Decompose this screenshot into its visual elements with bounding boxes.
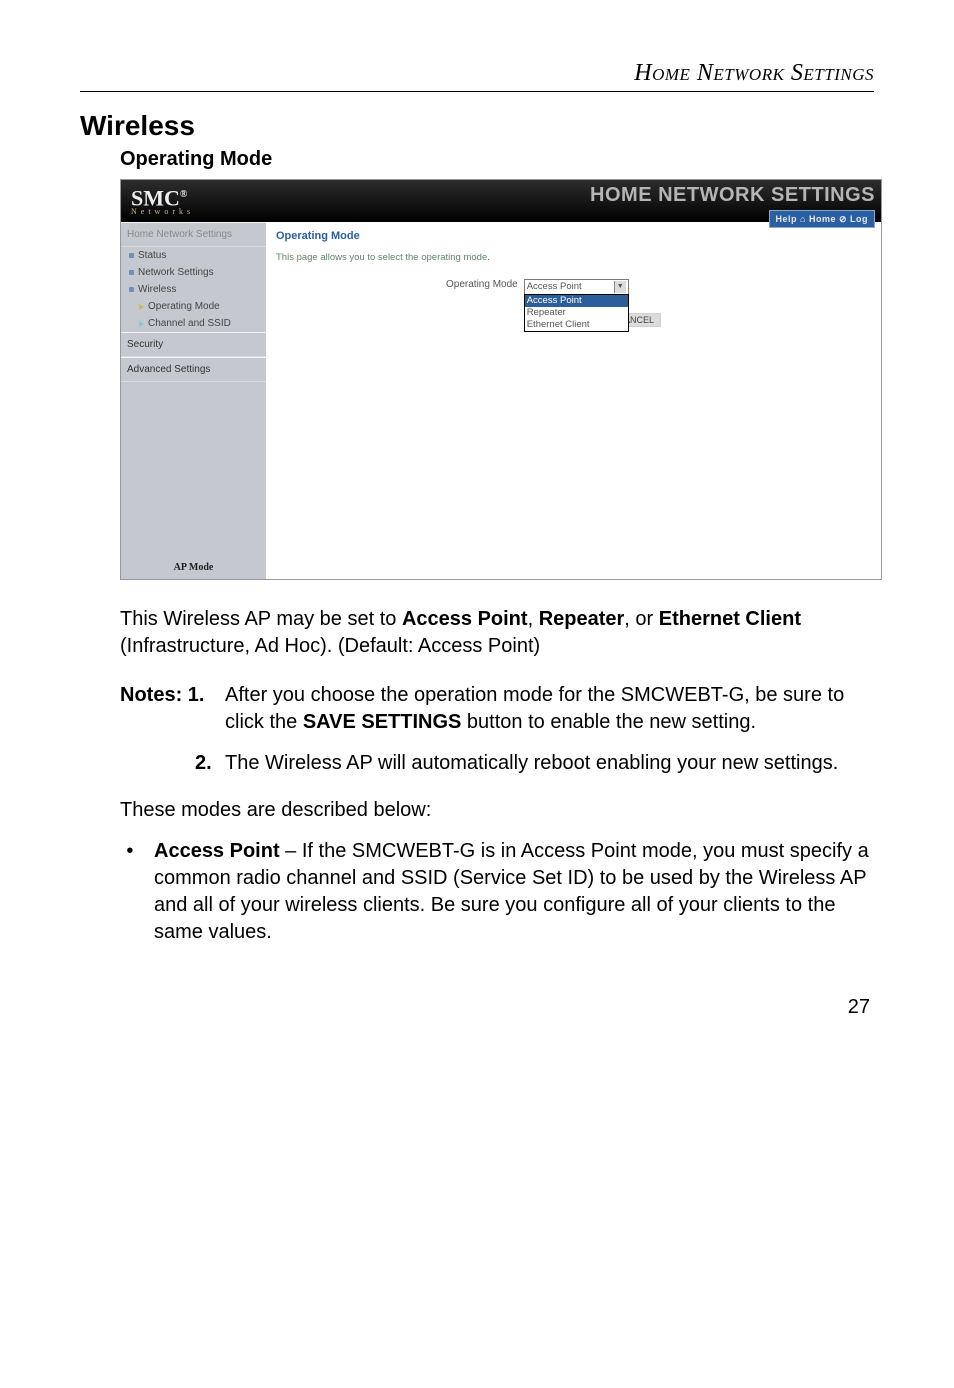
logo-text: SMC®: [131, 186, 276, 207]
modes-list: Access Point – If the SMCWEBT-G is in Ac…: [120, 838, 874, 946]
section-heading-wireless: Wireless: [80, 110, 874, 142]
select-value: Access Point: [527, 280, 582, 294]
operating-mode-select[interactable]: Access Point ▼: [524, 279, 629, 295]
modes-intro: These modes are described below:: [120, 799, 874, 822]
content-heading: Operating Mode: [276, 230, 871, 242]
operating-mode-label: Operating Mode: [446, 279, 518, 290]
page-number: 27: [80, 996, 874, 1019]
content-description: This page allows you to select the opera…: [276, 252, 871, 263]
admin-title-text: HOME NETWORK SETTINGS: [590, 184, 875, 206]
note-number-1: 1.: [188, 684, 205, 706]
logo-sup: ®: [180, 189, 187, 200]
arrow-icon: [139, 304, 144, 310]
page-header: Home Network Settings: [80, 60, 874, 87]
note-1-text: After you choose the operation mode for …: [225, 682, 874, 736]
operating-mode-options: Access Point Repeater Ethernet Client: [524, 294, 629, 332]
subsection-heading-operating-mode: Operating Mode: [120, 148, 874, 171]
mode-access-point: Access Point – If the SMCWEBT-G is in Ac…: [150, 838, 874, 946]
sidebar-item-operating-mode[interactable]: Operating Mode: [121, 298, 266, 315]
bullet-icon: [129, 270, 134, 275]
option-repeater[interactable]: Repeater: [525, 307, 628, 319]
option-ethernet-client[interactable]: Ethernet Client: [525, 319, 628, 331]
notes-label: Notes:: [120, 684, 188, 706]
logo: SMC® N e t w o r k s: [121, 180, 276, 222]
admin-header: SMC® N e t w o r k s HOME NETWORK SETTIN…: [121, 180, 881, 222]
sidebar-item-label: Status: [138, 250, 166, 261]
paragraph-intro: This Wireless AP may be set to Access Po…: [120, 606, 874, 660]
sidebar-item-status[interactable]: Status: [121, 247, 266, 264]
sidebar-ap-mode-caption: AP Mode: [121, 562, 266, 579]
sidebar-item-network-settings[interactable]: Network Settings: [121, 264, 266, 281]
bullet-icon: [129, 287, 134, 292]
notes-block: Notes: 1. After you choose the operation…: [120, 682, 874, 777]
sidebar-item-channel-ssid[interactable]: Channel and SSID: [121, 315, 266, 332]
sidebar-section-security[interactable]: Security: [121, 332, 266, 357]
main-content: Operating Mode This page allows you to s…: [266, 222, 881, 579]
sidebar-section-home-network[interactable]: Home Network Settings: [121, 222, 266, 247]
option-access-point[interactable]: Access Point: [525, 295, 628, 307]
note-2-text: The Wireless AP will automatically reboo…: [225, 750, 874, 777]
admin-ui-screenshot: SMC® N e t w o r k s HOME NETWORK SETTIN…: [120, 179, 882, 580]
bullet-icon: [129, 253, 134, 258]
sidebar-item-label: Network Settings: [138, 267, 214, 278]
note-number-2: 2.: [195, 752, 212, 774]
sidebar-item-label: Operating Mode: [148, 301, 220, 312]
sidebar: Home Network Settings Status Network Set…: [121, 222, 266, 579]
header-rule: [80, 91, 874, 92]
sidebar-item-label: Channel and SSID: [148, 318, 231, 329]
sidebar-item-label: Wireless: [138, 284, 176, 295]
chevron-down-icon: ▼: [614, 281, 626, 293]
sidebar-section-advanced[interactable]: Advanced Settings: [121, 357, 266, 382]
arrow-icon: [139, 321, 144, 327]
logo-subtext: N e t w o r k s: [131, 207, 276, 216]
admin-page-title: HOME NETWORK SETTINGS Help ⌂ Home ⊘ Log: [276, 180, 881, 222]
sidebar-item-wireless[interactable]: Wireless: [121, 281, 266, 298]
